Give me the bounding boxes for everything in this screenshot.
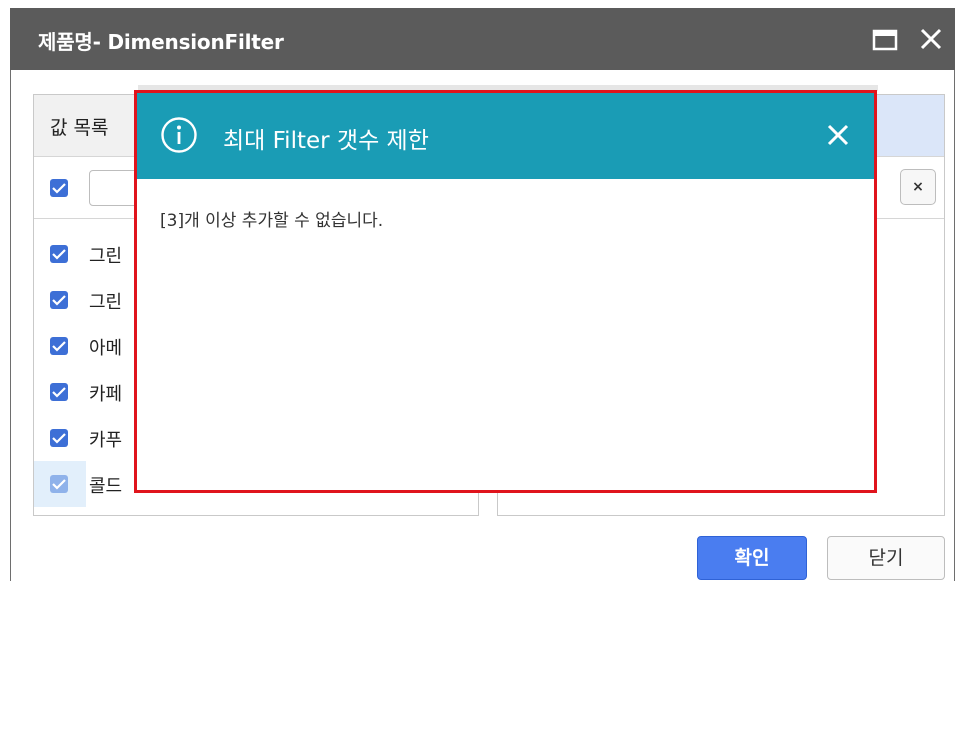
- check-icon: [52, 387, 66, 398]
- clear-button[interactable]: ×: [900, 169, 936, 205]
- check-icon: [52, 249, 66, 260]
- item-checkbox[interactable]: [50, 475, 68, 493]
- dialog-title: 제품명- DimensionFilter: [38, 30, 284, 54]
- close-label: 닫기: [868, 547, 904, 569]
- alert-close-icon[interactable]: [825, 122, 851, 148]
- select-all-checkbox[interactable]: [50, 179, 68, 197]
- alert-header: 최대 Filter 갯수 제한: [137, 93, 874, 179]
- item-label: 카페: [89, 384, 123, 405]
- item-label: 콜드: [89, 476, 123, 497]
- item-label: 아메: [89, 338, 123, 359]
- item-checkbox[interactable]: [50, 245, 68, 263]
- maximize-button[interactable]: [868, 22, 902, 56]
- alert-message: [3]개 이상 추가할 수 없습니다.: [160, 211, 384, 231]
- dialog-titlebar: 제품명- DimensionFilter: [10, 8, 955, 70]
- info-icon: [161, 117, 197, 153]
- check-icon: [52, 479, 66, 490]
- item-checkbox[interactable]: [50, 291, 68, 309]
- confirm-label: 확인: [734, 547, 770, 569]
- item-checkbox[interactable]: [50, 383, 68, 401]
- item-checkbox[interactable]: [50, 429, 68, 447]
- check-icon: [52, 295, 66, 306]
- max-filter-alert: 최대 Filter 갯수 제한 [3]개 이상 추가할 수 없습니다.: [134, 90, 877, 493]
- item-checkbox[interactable]: [50, 337, 68, 355]
- check-icon: [52, 433, 66, 444]
- item-label: 그린: [89, 246, 123, 267]
- maximize-icon: [872, 29, 898, 51]
- check-icon: [52, 183, 66, 194]
- window-close-button[interactable]: [914, 22, 948, 56]
- close-icon: [920, 28, 942, 50]
- value-list-title: 값 목록: [50, 117, 109, 139]
- footer-confirm-button[interactable]: [697, 700, 807, 744]
- alert-title: 최대 Filter 갯수 제한: [223, 128, 429, 154]
- check-icon: [52, 341, 66, 352]
- confirm-button[interactable]: 확인: [697, 536, 807, 580]
- close-button[interactable]: 닫기: [827, 536, 945, 580]
- item-label: 카푸: [89, 430, 123, 451]
- item-label: 그린: [89, 292, 123, 313]
